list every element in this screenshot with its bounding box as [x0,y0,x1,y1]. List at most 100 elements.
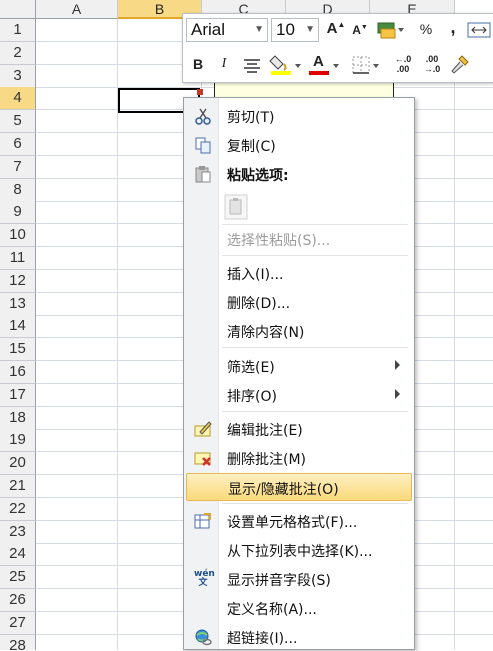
select-all-corner[interactable] [0,0,36,19]
menu-item-label: 插入(I)... [227,267,284,283]
menu-item-15[interactable]: 从下拉列表中选择(K)... [186,536,412,564]
row-header-27[interactable]: 27 [0,611,36,635]
row-header-8[interactable]: 8 [0,178,36,202]
menu-item-label: 删除批注(M) [227,452,307,468]
menu-item-label: 显示拼音字段(S) [227,573,331,589]
menu-item-2[interactable]: 复制(C) [186,131,412,159]
delete-comment-icon [194,449,212,467]
menu-item-7[interactable]: 删除(D)... [186,288,412,316]
menu-item-label: 编辑批注(E) [227,423,303,439]
bold-label: B [192,56,204,72]
menu-item-9[interactable]: 筛选(E) [186,352,412,380]
row-header-14[interactable]: 14 [0,315,36,339]
menu-item-label: 从下拉列表中选择(K)... [227,544,373,560]
row-header-13[interactable]: 13 [0,292,36,316]
format-painter-button[interactable] [448,54,472,76]
paint-bucket-icon [269,55,301,75]
column-header-a[interactable]: A [36,0,118,19]
chevron-down-icon: ▼ [254,24,264,35]
borders-icon [352,56,379,74]
menu-separator [222,411,408,412]
chevron-down-icon: ▼ [305,24,315,35]
context-menu: 剪切(T) 复制(C) 粘贴选项: 选择性粘贴(S)... 插入(I)... 删除(D).… [183,97,415,650]
menu-item-8[interactable]: 清除内容(N) [186,317,412,345]
menu-item-label: 定义名称(A)... [227,602,317,618]
accounting-format-button[interactable] [376,20,406,40]
shrink-font-button[interactable]: A▼ [351,23,369,37]
format-cells-icon [194,512,212,530]
row-header-20[interactable]: 20 [0,452,36,476]
menu-item-1[interactable]: 剪切(T) [186,102,412,130]
row-header-19[interactable]: 19 [0,429,36,453]
merge-cells-icon [467,22,491,38]
row-header-5[interactable]: 5 [0,110,36,134]
row-header-28[interactable]: 28 [0,634,36,650]
comment-indicator-icon [197,89,203,95]
font-color-button[interactable]: A [307,52,343,78]
merge-center-button[interactable] [466,21,492,39]
menu-item-label: 显示/隐藏批注(O) [228,482,339,498]
comma-style-button[interactable]: , [445,17,461,38]
menu-item-label: 剪切(T) [227,110,275,126]
menu-item-6[interactable]: 插入(I)... [186,259,412,287]
row-header-21[interactable]: 21 [0,475,36,498]
row-header-6[interactable]: 6 [0,133,36,156]
row-header-12[interactable]: 12 [0,269,36,293]
percent-button[interactable]: % [415,21,437,37]
row-header-24[interactable]: 24 [0,543,36,567]
grow-font-button[interactable]: A▲ [326,20,346,37]
font-name-combo[interactable]: Arial ▼ [186,18,268,42]
menu-item-3: 粘贴选项: [186,160,412,188]
row-header-1[interactable]: 1 [0,19,36,42]
submenu-arrow-icon [395,360,400,370]
italic-button[interactable]: I [215,56,233,72]
increase-decimal-button[interactable]: ←.0 .00 [390,54,416,76]
row-header-17[interactable]: 17 [0,383,36,407]
row-header-25[interactable]: 25 [0,566,36,590]
menu-item-18[interactable]: 超链接(I)... [186,623,412,651]
menu-item-12[interactable]: 删除批注(M) [186,444,412,472]
row-header-16[interactable]: 16 [0,361,36,384]
increase-decimal-label: ←.0 .00 [394,54,412,74]
submenu-arrow-icon [395,389,400,399]
row-header-4[interactable]: 4 [0,87,36,111]
row-header-18[interactable]: 18 [0,406,36,430]
menu-separator [222,255,408,256]
align-center-button[interactable] [241,56,263,74]
menu-item-label: 选择性粘贴(S)... [227,233,331,249]
menu-item-11[interactable]: 编辑批注(E) [186,415,412,443]
fill-color-button[interactable] [269,52,305,78]
paste-option-keep-source[interactable] [186,190,412,226]
mini-toolbar: Arial ▼ 10 ▼ A▲ A▼ % , B I A ←.0 .00 .00… [182,13,493,83]
row-header-23[interactable]: 23 [0,520,36,544]
bold-button[interactable]: B [189,56,207,72]
accounting-icon [377,22,404,39]
menu-item-label: 复制(C) [227,139,276,155]
menu-item-16[interactable]: wén 文显示拼音字段(S) [186,565,412,593]
menu-item-10[interactable]: 排序(O) [186,381,412,409]
menu-item-label: 设置单元格格式(F)... [227,515,358,531]
row-header-15[interactable]: 15 [0,338,36,362]
column-gridline [454,19,455,650]
align-center-icon [244,59,260,73]
row-header-7[interactable]: 7 [0,155,36,179]
row-header-11[interactable]: 11 [0,247,36,270]
menu-item-17[interactable]: 定义名称(A)... [186,594,412,622]
edit-comment-icon [194,420,212,438]
decrease-decimal-button[interactable]: .00 →.0 [419,54,445,76]
percent-label: % [419,21,433,37]
scissors-icon [194,107,212,125]
hyperlink-icon [194,628,212,646]
menu-item-label: 排序(O) [227,389,277,405]
font-size-combo[interactable]: 10 ▼ [271,18,319,42]
menu-item-13[interactable]: 显示/隐藏批注(O) [186,473,412,501]
borders-button[interactable] [351,54,383,76]
row-header-2[interactable]: 2 [0,41,36,65]
row-header-26[interactable]: 26 [0,589,36,612]
menu-item-14[interactable]: 设置单元格格式(F)... [186,507,412,535]
shrink-font-label: A [352,23,361,37]
row-header-3[interactable]: 3 [0,64,36,88]
row-header-22[interactable]: 22 [0,497,36,521]
row-header-9[interactable]: 9 [0,201,36,225]
row-header-10[interactable]: 10 [0,224,36,248]
